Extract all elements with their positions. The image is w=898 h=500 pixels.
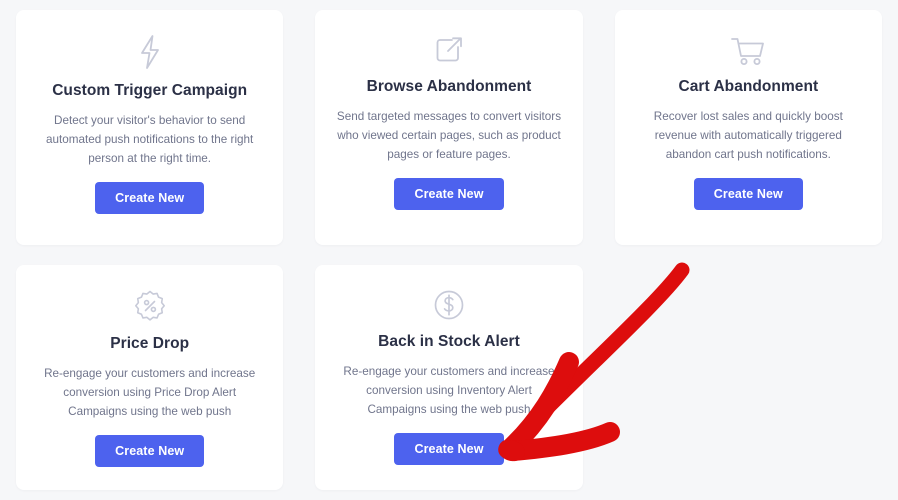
campaign-card-cart-abandonment[interactable]: Cart Abandonment Recover lost sales and …: [614, 10, 882, 245]
percent-badge-icon: [131, 287, 169, 325]
empty-slot: [615, 265, 882, 490]
card-title: Price Drop: [110, 335, 190, 352]
create-new-button[interactable]: Create New: [95, 181, 205, 214]
card-title: Custom Trigger Campaign: [52, 82, 248, 99]
card-title: Browse Abandonment: [366, 78, 532, 95]
lightning-bolt-icon: [133, 32, 167, 72]
campaign-card-price-drop[interactable]: Price Drop Re-engage your customers and …: [16, 265, 284, 490]
card-description: Send targeted messages to convert visito…: [336, 109, 562, 161]
campaign-card-browse-abandonment[interactable]: Browse Abandonment Send targeted message…: [315, 10, 583, 245]
campaign-card-custom-trigger[interactable]: Custom Trigger Campaign Detect your visi…: [16, 10, 284, 245]
grid-cell: Browse Abandonment Send targeted message…: [299, 0, 598, 255]
campaign-card-back-in-stock[interactable]: Back in Stock Alert Re-engage your custo…: [315, 265, 583, 490]
grid-cell: Custom Trigger Campaign Detect your visi…: [0, 0, 299, 255]
card-description: Re-engage your customers and increase co…: [343, 364, 555, 416]
card-title: Back in Stock Alert: [378, 333, 520, 350]
campaign-type-grid: Custom Trigger Campaign Detect your visi…: [0, 0, 898, 500]
card-description: Re-engage your customers and increase co…: [44, 366, 256, 418]
card-description: Detect your visitor's behavior to send a…: [46, 113, 254, 165]
create-new-button[interactable]: Create New: [95, 434, 205, 467]
grid-cell: Price Drop Re-engage your customers and …: [0, 255, 299, 500]
shopping-cart-icon: [728, 32, 768, 68]
create-new-button[interactable]: Create New: [693, 177, 803, 210]
create-new-button[interactable]: Create New: [394, 432, 504, 465]
card-description: Recover lost sales and quickly boost rev…: [653, 109, 843, 161]
grid-cell: Back in Stock Alert Re-engage your custo…: [299, 255, 598, 500]
external-link-icon: [431, 32, 467, 68]
grid-cell: Cart Abandonment Recover lost sales and …: [599, 0, 898, 255]
grid-cell-empty: [599, 255, 898, 500]
create-new-button[interactable]: Create New: [394, 177, 504, 210]
card-title: Cart Abandonment: [678, 78, 819, 95]
dollar-circle-icon: [431, 287, 467, 323]
